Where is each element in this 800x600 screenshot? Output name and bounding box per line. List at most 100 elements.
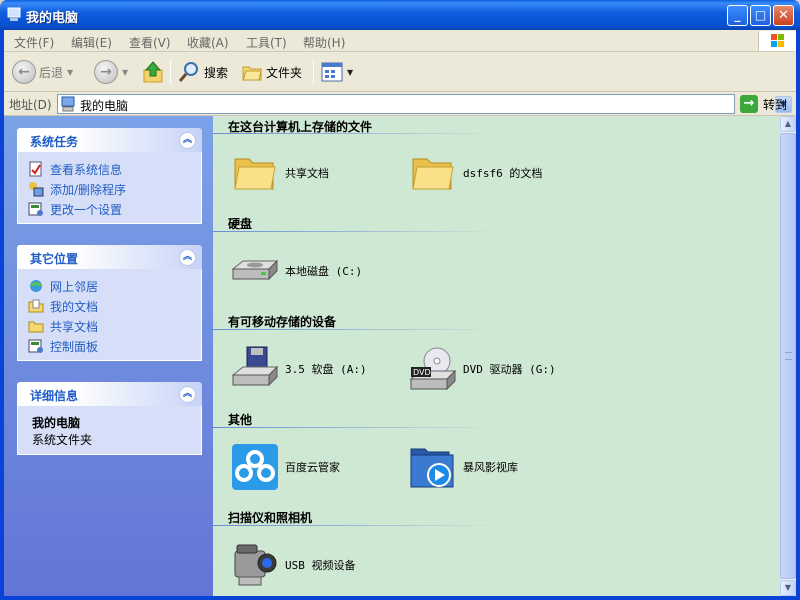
folder-icon — [412, 158, 454, 190]
task-change-setting[interactable]: 更改一个设置 — [28, 199, 201, 219]
network-places-icon — [29, 280, 43, 292]
up-folder-icon — [143, 61, 163, 83]
collapse-chevron-icon[interactable]: ︽ — [179, 249, 196, 266]
place-shared-documents[interactable]: 共享文档 — [28, 316, 201, 336]
place-label: 控制面板 — [50, 339, 99, 354]
item-label: 百度云管家 — [285, 461, 340, 474]
task-label: 查看系统信息 — [50, 162, 123, 177]
details-box: 详细信息 ︽ 我的电脑 系统文件夹 — [17, 382, 202, 455]
my-documents-icon — [28, 299, 44, 313]
place-my-documents[interactable]: 我的文档 — [28, 296, 201, 316]
forward-arrow-icon: → — [94, 60, 118, 84]
details-body: 我的电脑 系统文件夹 — [17, 406, 202, 455]
go-arrow-icon: → — [740, 95, 758, 113]
forward-button[interactable]: → ▼ — [94, 58, 128, 86]
folder-icon — [234, 158, 276, 190]
item-label: 本地磁盘 (C:) — [285, 265, 363, 278]
group-header-disks: 硬盘 — [228, 217, 253, 231]
toolbar-separator — [170, 60, 171, 84]
collapse-chevron-icon[interactable]: ︽ — [179, 132, 196, 149]
group-header-scanners: 扫描仪和照相机 — [228, 511, 313, 525]
go-button[interactable]: → 转到 — [740, 95, 787, 113]
maximize-button[interactable]: □ — [750, 5, 771, 26]
group-divider — [213, 231, 503, 232]
title-bar: 我的电脑 _ □ ✕ — [0, 0, 800, 30]
go-label: 转到 — [763, 97, 788, 112]
video-camera-icon — [234, 544, 277, 586]
group-divider — [213, 133, 503, 134]
scroll-up-arrow-icon[interactable]: ▲ — [780, 116, 796, 132]
item-usb-video[interactable]: USB 视频设备 — [231, 541, 356, 589]
window-border-right — [796, 30, 800, 600]
vertical-scrollbar[interactable]: ▲ ▼ — [779, 116, 796, 596]
back-dropdown-icon[interactable]: ▼ — [67, 68, 73, 77]
item-label: 暴风影视库 — [463, 461, 518, 474]
menu-edit[interactable]: 编辑(E) — [71, 34, 112, 51]
other-places-header[interactable]: 其它位置 ︽ — [17, 245, 202, 269]
menu-help[interactable]: 帮助(H) — [303, 34, 345, 51]
group-header-other: 其他 — [228, 413, 253, 427]
menu-tools[interactable]: 工具(T) — [246, 34, 287, 51]
close-button[interactable]: ✕ — [773, 5, 794, 26]
scroll-down-arrow-icon[interactable]: ▼ — [780, 580, 796, 596]
search-label: 搜索 — [204, 65, 229, 80]
toolbar: ← 后退 ▼ → ▼ 搜索 文件夹 ▼ — [0, 52, 800, 92]
views-dropdown-icon[interactable]: ▼ — [347, 68, 353, 77]
menu-view[interactable]: 查看(V) — [129, 34, 171, 51]
item-baidu-cloud[interactable]: 百度云管家 — [231, 443, 340, 491]
menu-favorites[interactable]: 收藏(A) — [187, 34, 229, 51]
place-network[interactable]: 网上邻居 — [28, 276, 201, 296]
back-label: 后退 — [39, 65, 64, 80]
item-label: dsfsf6 的文档 — [463, 167, 543, 180]
place-control-panel[interactable]: 控制面板 — [28, 336, 201, 356]
item-user-documents[interactable]: dsfsf6 的文档 — [409, 149, 542, 197]
task-label: 更改一个设置 — [50, 202, 123, 217]
place-label: 网上邻居 — [50, 279, 99, 294]
system-tasks-header[interactable]: 系统任务 ︽ — [17, 128, 202, 152]
task-pane: 系统任务 ︽ 查看系统信息 添加/删除程序 更改一个设置 其它位置 ︽ 网上邻居… — [0, 116, 213, 596]
task-label: 添加/删除程序 — [50, 182, 127, 197]
control-panel-icon — [28, 202, 43, 216]
item-dvd-g[interactable]: DVD DVD 驱动器 (G:) — [409, 345, 556, 393]
collapse-chevron-icon[interactable]: ︽ — [179, 386, 196, 403]
window-title: 我的电脑 — [26, 11, 79, 26]
item-label: 3.5 软盘 (A:) — [285, 363, 367, 376]
task-view-system-info[interactable]: 查看系统信息 — [28, 159, 201, 179]
item-label: 共享文档 — [285, 167, 329, 180]
window-border-bottom — [0, 596, 800, 600]
folders-button[interactable]: 文件夹 — [241, 58, 302, 86]
window-border-left — [0, 30, 4, 600]
back-arrow-icon: ← — [12, 60, 36, 84]
up-folder-button[interactable] — [142, 58, 164, 86]
back-button[interactable]: ← 后退 ▼ — [12, 58, 73, 86]
menu-bar: 文件(F) 编辑(E) 查看(V) 收藏(A) 工具(T) 帮助(H) — [0, 30, 800, 52]
other-places-box: 其它位置 ︽ 网上邻居 我的文档 共享文档 控制面板 — [17, 245, 202, 361]
address-label: 地址(D) — [9, 98, 52, 112]
details-name: 我的电脑 — [32, 416, 81, 430]
svg-text:DVD: DVD — [413, 368, 431, 377]
place-label: 我的文档 — [50, 299, 99, 314]
address-value: 我的电脑 — [80, 99, 129, 113]
group-divider — [213, 329, 503, 330]
item-baofeng-library[interactable]: 暴风影视库 — [409, 443, 518, 491]
item-local-disk-c[interactable]: 本地磁盘 (C:) — [231, 247, 362, 295]
toolbar-separator — [313, 60, 314, 84]
details-header[interactable]: 详细信息 ︽ — [17, 382, 202, 406]
item-label: DVD 驱动器 (G:) — [463, 363, 556, 376]
item-floppy-a[interactable]: 3.5 软盘 (A:) — [231, 345, 367, 393]
forward-dropdown-icon[interactable]: ▼ — [122, 68, 128, 77]
baidu-cloud-icon — [232, 444, 278, 490]
group-divider — [213, 525, 503, 526]
folders-label: 文件夹 — [266, 65, 303, 80]
address-input[interactable]: 我的电脑 ▼ — [57, 94, 792, 114]
search-button[interactable]: 搜索 — [177, 58, 228, 86]
scroll-thumb[interactable] — [780, 133, 796, 579]
place-label: 共享文档 — [50, 319, 99, 334]
views-button[interactable]: ▼ — [321, 58, 353, 86]
menu-file[interactable]: 文件(F) — [14, 34, 54, 51]
minimize-button[interactable]: _ — [727, 5, 748, 26]
details-title: 详细信息 — [30, 389, 79, 403]
other-places-body: 网上邻居 我的文档 共享文档 控制面板 — [17, 269, 202, 361]
task-add-remove-programs[interactable]: 添加/删除程序 — [28, 179, 201, 199]
item-shared-documents[interactable]: 共享文档 — [231, 149, 329, 197]
